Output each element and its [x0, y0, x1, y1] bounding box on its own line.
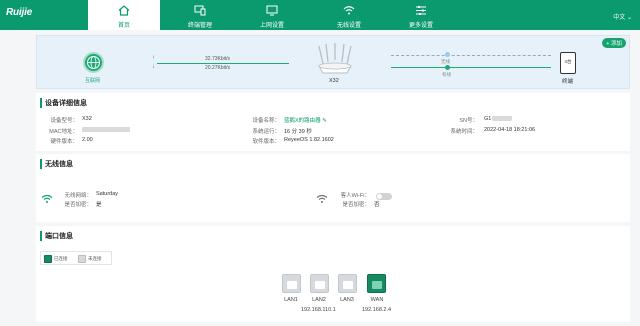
- home-icon: [118, 5, 130, 16]
- internet-globe-icon[interactable]: [83, 52, 104, 73]
- upload-arrow-icon: ↑: [152, 55, 155, 61]
- wireless-info-title: 无线信息: [40, 159, 73, 169]
- upload-speed: 32.73Kbit/s: [205, 56, 231, 62]
- devices-icon: [194, 5, 206, 16]
- wireless-info-section: 无线信息 无线网络： Saturday 是否加密： 是 客人Wi-Fi： 是否加…: [36, 154, 630, 222]
- wireless-label: 无线: [441, 59, 450, 64]
- model-value: X32: [82, 116, 92, 122]
- legend-disconnected-swatch: [78, 255, 86, 263]
- device-info-title: 设备详细信息: [40, 98, 87, 108]
- guest-wifi-toggle[interactable]: [376, 193, 392, 200]
- tab-wireless-settings-label: 无线设置: [336, 23, 361, 29]
- system-time-key: 系统时间：: [450, 129, 478, 135]
- port-lan1-label: LAN1: [284, 297, 298, 303]
- port-lan2[interactable]: [310, 274, 329, 293]
- terminal-count: 4台: [564, 59, 572, 64]
- software-version-value: ReyeeOS 1.82.1602: [284, 137, 334, 143]
- tab-devices[interactable]: 终端管理: [164, 0, 236, 30]
- download-arrow-icon: ↓: [152, 64, 155, 70]
- router-model-label: X32: [329, 78, 339, 84]
- device-info-section: 设备详细信息 设备型号： X32 MAC地址： 硬件版本： 2.00 设备名称：…: [36, 93, 630, 151]
- model-key: 设备型号：: [50, 118, 78, 124]
- legend-connected-swatch: [44, 255, 52, 263]
- wireless-link-dot: [445, 52, 450, 57]
- wired-link-dot: [445, 65, 450, 70]
- internet-settings-icon: [266, 5, 278, 16]
- ruijie-logo: Ruijie: [6, 7, 33, 18]
- hardware-version-value: 2.00: [82, 137, 93, 143]
- terminal-label: 终端: [562, 79, 574, 85]
- wired-label: 有线: [442, 72, 451, 77]
- ssid-value: Saturday: [96, 191, 119, 197]
- guest-wifi-icon: [316, 194, 328, 203]
- wireless-link-line: [391, 55, 551, 56]
- tab-home-label: 首页: [117, 23, 130, 29]
- ssid-key: 无线网络：: [64, 193, 92, 199]
- network-status-panel: + 添加 互联网 ↑ ↓ 32.73Kbit/s 20.27Kbit/s X32…: [36, 35, 630, 89]
- mac-key: MAC地址：: [49, 129, 78, 135]
- guest-wifi-key: 客人Wi-Fi：: [340, 193, 370, 199]
- tab-internet-settings[interactable]: 上网设置: [236, 0, 308, 30]
- tab-wireless-settings[interactable]: 无线设置: [313, 0, 385, 30]
- internet-label: 互联网: [85, 78, 101, 84]
- port-wan-label: WAN: [370, 297, 384, 303]
- port-info-title: 端口信息: [40, 231, 73, 241]
- terminal-phone-icon[interactable]: 4台: [560, 52, 576, 74]
- port-lan1[interactable]: [282, 274, 301, 293]
- tab-devices-label: 终端管理: [187, 23, 212, 29]
- router-icon: [318, 43, 352, 74]
- tab-more-settings-label: 更多设置: [408, 23, 433, 29]
- download-speed: 20.27Kbit/s: [205, 65, 231, 71]
- port-lan3-label: LAN3: [340, 297, 354, 303]
- add-device-button[interactable]: + 添加: [602, 38, 626, 48]
- top-nav-bar: Ruijie 首页 终端管理 上网设置 无线设置 更多设置 中文 ⌄: [0, 0, 640, 30]
- encryption-value: 是: [96, 202, 102, 208]
- tab-home[interactable]: 首页: [88, 0, 160, 30]
- port-wan[interactable]: [367, 274, 386, 293]
- encryption-key: 是否加密：: [64, 202, 92, 208]
- sn-key: SN号：: [459, 118, 478, 124]
- device-name-key: 设备名称：: [252, 118, 280, 124]
- software-version-key: 软件版本：: [252, 139, 280, 145]
- port-lan3[interactable]: [338, 274, 357, 293]
- wifi-icon: [343, 6, 355, 15]
- hardware-version-key: 硬件版本：: [50, 139, 78, 145]
- wifi-signal-icon: [41, 194, 53, 203]
- lan-ip: 192.168.110.1: [301, 307, 336, 313]
- legend-disconnected-label: 未连接: [88, 256, 102, 261]
- wan-ip: 192.168.2.4: [362, 307, 392, 313]
- tab-more-settings[interactable]: 更多设置: [385, 0, 457, 30]
- legend-connected-label: 已连接: [54, 256, 68, 261]
- system-time-value: 2022-04-18 18:21:06: [484, 127, 536, 133]
- tab-internet-settings-label: 上网设置: [259, 23, 284, 29]
- uptime-value: 16 分 39 秒: [284, 129, 312, 135]
- sn-value: G1: [484, 116, 513, 122]
- language-selector[interactable]: 中文 ⌄: [613, 12, 632, 21]
- device-name-value[interactable]: 蓝鹅X的路由器 ✎: [284, 116, 327, 124]
- mac-value-redacted: [82, 127, 130, 133]
- guest-encryption-value: 否: [374, 202, 380, 208]
- uptime-key: 系统运行：: [252, 129, 280, 135]
- sliders-icon: [416, 6, 426, 15]
- port-legend: 已连接 未连接: [40, 251, 112, 265]
- port-lan2-label: LAN2: [312, 297, 326, 303]
- wan-link-line: [157, 63, 289, 64]
- wired-link-line: [391, 67, 551, 68]
- guest-encryption-key: 是否加密：: [342, 202, 370, 208]
